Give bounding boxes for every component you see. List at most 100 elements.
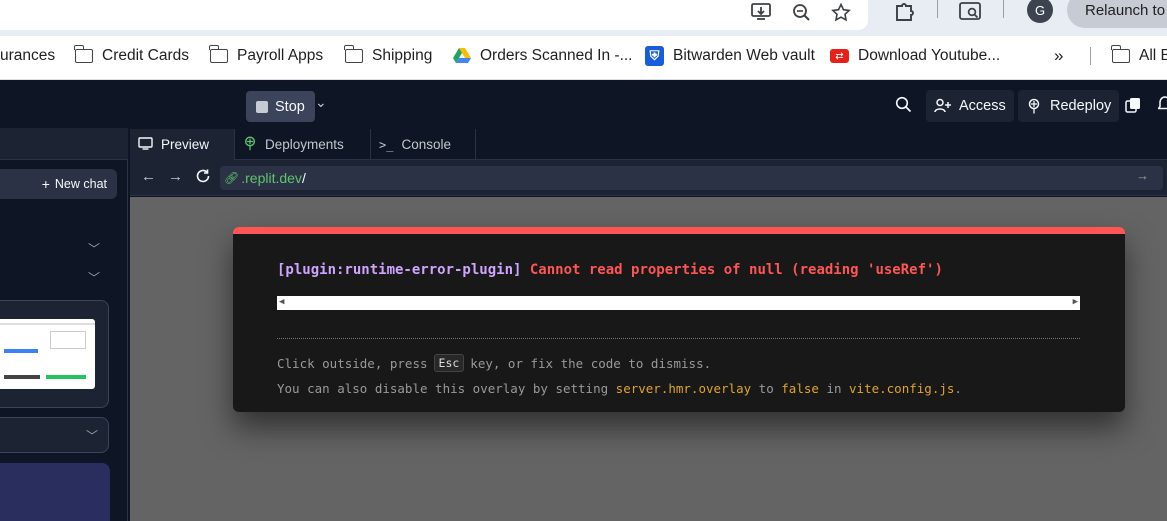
error-text: Cannot read properties of null (reading … xyxy=(529,262,943,278)
url-path: / xyxy=(301,170,306,186)
bookmark-orders-scanned[interactable]: Orders Scanned In -... xyxy=(453,36,633,76)
back-arrow-icon[interactable]: ← xyxy=(141,168,156,185)
browser-toolbar: G Relaunch to u xyxy=(0,0,1167,36)
folder-icon xyxy=(74,45,93,63)
install-app-icon[interactable] xyxy=(749,0,773,24)
stop-label: Stop xyxy=(275,98,305,115)
bookmark-label: Download Youtube... xyxy=(858,47,1001,64)
left-panel: + New chat ﹀ ﹀ ﹀ xyxy=(0,128,128,521)
deploy-icon xyxy=(243,135,257,154)
url-input[interactable]: 🔗︎ .replit.dev / → xyxy=(220,166,1163,190)
tab-label: Deployments xyxy=(265,137,344,152)
tip-text: Click outside, press xyxy=(277,355,428,371)
chevron-down-icon[interactable]: ﹀ xyxy=(88,240,100,257)
bitwarden-icon: ⛨ xyxy=(645,46,664,66)
bookmark-credit-cards[interactable]: Credit Cards xyxy=(74,36,189,76)
bookmark-label: Credit Cards xyxy=(102,47,189,64)
disable-overlay-tip: You can also disable this overlay by set… xyxy=(277,381,962,396)
toolbar-divider xyxy=(937,0,938,18)
search-icon[interactable] xyxy=(895,96,912,118)
folder-icon xyxy=(344,45,363,63)
youtube-download-icon: ⇄ xyxy=(830,49,849,63)
error-frame-scrollbar[interactable]: ◀ ▶ xyxy=(277,296,1080,310)
deploy-icon xyxy=(1028,98,1040,114)
stop-icon xyxy=(256,100,268,113)
access-button[interactable]: Access xyxy=(926,90,1014,122)
bookmark-insurances[interactable]: urances xyxy=(0,36,55,76)
bookmark-label: All B xyxy=(1139,47,1167,64)
redeploy-label: Redeploy xyxy=(1050,98,1112,114)
dismiss-tip: Click outside, press Esc key, or fix the… xyxy=(277,354,711,372)
app-preview-thumbnail xyxy=(0,319,95,389)
notification-bell-icon[interactable] xyxy=(1157,96,1167,118)
replit-header: Stop ⌄ Access Redeploy xyxy=(0,80,1167,128)
stop-button[interactable]: Stop xyxy=(246,91,315,122)
folder-icon xyxy=(1111,45,1130,63)
new-chat-label: New chat xyxy=(54,177,107,191)
tab-preview[interactable]: Preview xyxy=(130,129,235,160)
config-file: vite.config.js xyxy=(849,381,955,396)
tip-text: You can also disable this overlay by set… xyxy=(277,381,609,396)
tip-text: in xyxy=(826,381,842,396)
error-plugin: [plugin:runtime-error-plugin] xyxy=(277,262,522,278)
collapsible-section[interactable]: ﹀ xyxy=(0,417,109,453)
bookmark-label: Bitwarden Web vault xyxy=(673,47,815,64)
open-new-tab-arrow-icon[interactable]: → xyxy=(1136,168,1149,183)
preview-url-bar: ← → 🔗︎ .replit.dev / → xyxy=(130,160,1167,196)
copy-icon[interactable] xyxy=(1125,97,1141,118)
access-label: Access xyxy=(959,98,1006,114)
terminal-icon: >_ xyxy=(379,137,394,152)
bookmarks-bar: urances Credit Cards Payroll Apps Shippi… xyxy=(0,36,1167,80)
chat-message-box xyxy=(0,463,110,521)
reload-icon[interactable] xyxy=(195,168,211,188)
tip-text: key, or fix the code to dismiss. xyxy=(470,355,712,371)
tab-search-icon[interactable] xyxy=(958,0,984,24)
bookmark-divider xyxy=(1090,47,1091,65)
bookmark-payroll-apps[interactable]: Payroll Apps xyxy=(209,36,324,76)
bookmark-label: Shipping xyxy=(372,47,433,64)
bookmark-label: urances xyxy=(0,47,56,64)
tip-text: . xyxy=(954,381,962,396)
zoom-icon[interactable] xyxy=(789,0,813,24)
relaunch-button[interactable]: Relaunch to u xyxy=(1067,0,1167,28)
divider xyxy=(277,338,1080,339)
toolbar-divider xyxy=(1003,0,1004,18)
error-message: [plugin:runtime-error-plugin] Cannot rea… xyxy=(277,262,943,278)
tab-label: Preview xyxy=(161,137,210,152)
folder-icon xyxy=(209,45,228,63)
config-setting: server.hmr.overlay xyxy=(615,381,752,396)
config-value: false xyxy=(781,381,819,396)
bookmark-bitwarden[interactable]: ⛨ Bitwarden Web vault xyxy=(645,36,815,76)
google-drive-icon xyxy=(453,48,471,64)
extensions-icon[interactable] xyxy=(893,0,917,24)
redeploy-button[interactable]: Redeploy xyxy=(1018,90,1120,122)
link-icon: 🔗︎ xyxy=(224,171,240,185)
esc-key: Esc xyxy=(433,354,465,372)
preview-card[interactable] xyxy=(0,300,109,408)
tab-console[interactable]: >_ Console xyxy=(371,129,476,160)
forward-arrow-icon[interactable]: → xyxy=(168,168,183,185)
bookmark-shipping[interactable]: Shipping xyxy=(344,36,433,76)
chevron-down-icon[interactable]: ⌄ xyxy=(315,94,327,111)
chevron-down-icon: ﹀ xyxy=(86,429,99,443)
url-host: .replit.dev xyxy=(241,170,302,186)
plus-icon: + xyxy=(41,176,50,192)
monitor-icon xyxy=(138,136,153,153)
tip-text: to xyxy=(758,381,774,396)
add-user-icon xyxy=(934,98,951,113)
bookmark-all-bookmarks[interactable]: All B xyxy=(1111,36,1167,76)
address-bar-area xyxy=(0,0,868,30)
bookmark-star-icon[interactable] xyxy=(829,0,853,24)
tab-deployments[interactable]: Deployments xyxy=(235,129,371,160)
workspace-tabs: Preview Deployments >_ Console xyxy=(130,129,1167,160)
new-chat-button[interactable]: + New chat xyxy=(0,169,117,199)
chevron-down-icon[interactable]: ﹀ xyxy=(88,269,100,286)
scroll-right-arrow-icon[interactable]: ▶ xyxy=(1073,297,1078,307)
scroll-left-arrow-icon[interactable]: ◀ xyxy=(279,297,284,307)
profile-avatar[interactable]: G xyxy=(1027,0,1053,23)
vite-error-overlay[interactable]: [plugin:runtime-error-plugin] Cannot rea… xyxy=(233,227,1125,412)
left-panel-tabbar xyxy=(0,128,128,160)
bookmark-download-youtube[interactable]: ⇄ Download Youtube... xyxy=(830,36,1000,76)
bookmark-label: Payroll Apps xyxy=(237,47,324,64)
more-bookmarks-chevron-icon[interactable]: » xyxy=(1054,36,1063,76)
